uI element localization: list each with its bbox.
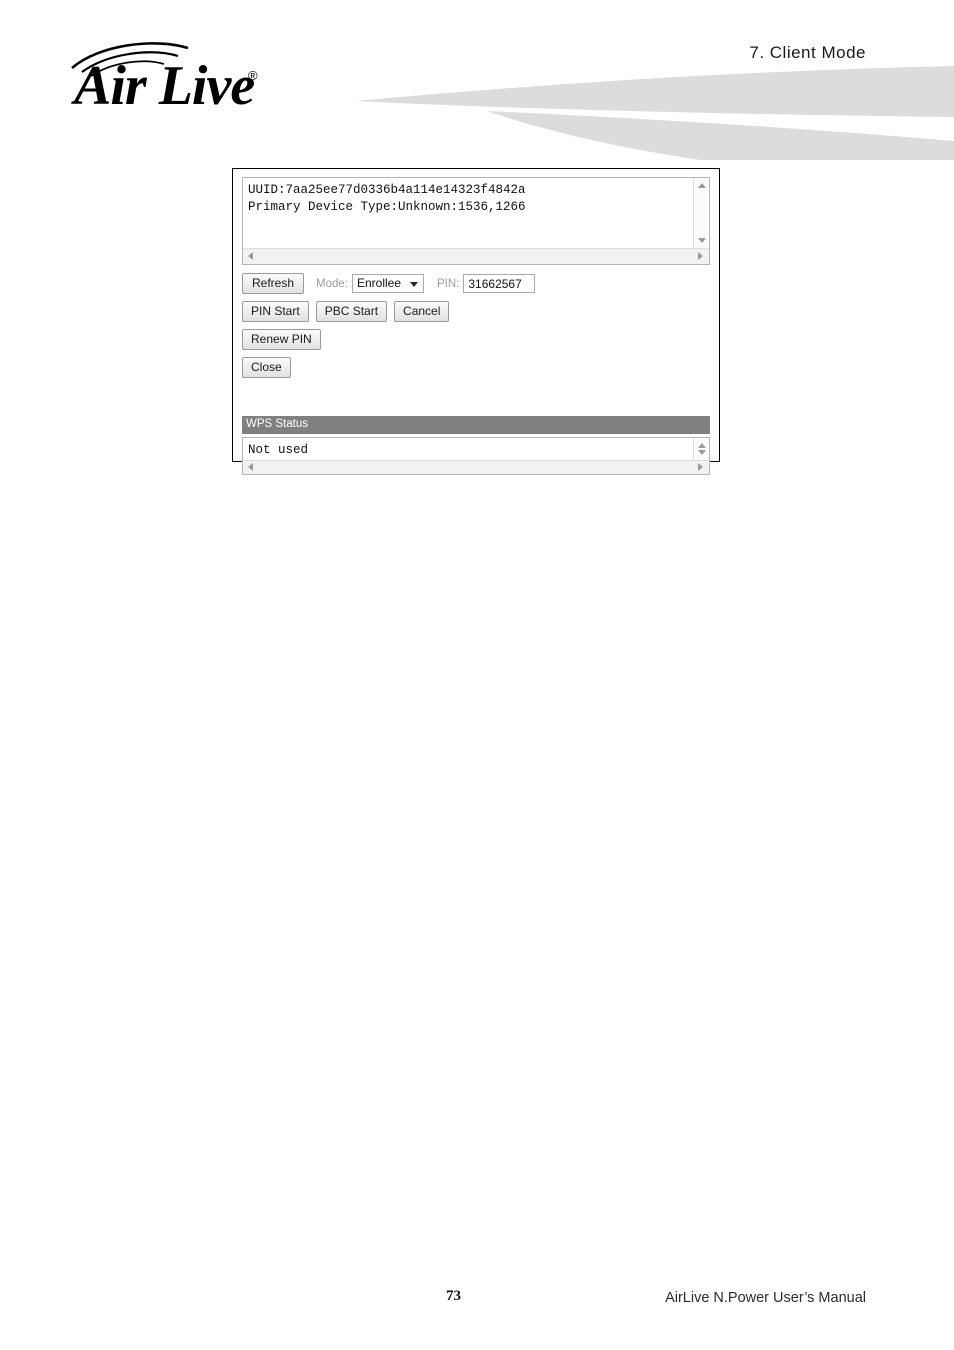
- peer-info-vertical-scrollbar[interactable]: [693, 178, 709, 248]
- dialog-spacer: [242, 378, 710, 416]
- wps-controls-row-1: Refresh Mode: Enrollee PIN:: [242, 273, 710, 294]
- wps-status-textarea[interactable]: Not used: [242, 437, 710, 475]
- refresh-button[interactable]: Refresh: [242, 273, 305, 294]
- svg-text:®: ®: [248, 68, 258, 83]
- scroll-right-icon[interactable]: [698, 252, 703, 260]
- page-number: 73: [446, 1288, 461, 1304]
- renew-pin-button[interactable]: Renew PIN: [242, 329, 321, 350]
- mode-selected-value: Enrollee: [357, 276, 402, 290]
- scroll-left-icon[interactable]: [248, 463, 253, 471]
- scroll-up-icon[interactable]: [698, 443, 706, 448]
- page-header: Air Live ® 7. Client Mode: [0, 0, 954, 160]
- wps-status-text: Not used: [248, 443, 309, 457]
- chapter-title: 7. Client Mode: [749, 43, 866, 62]
- manual-title: AirLive N.Power User’s Manual: [665, 1290, 866, 1306]
- scroll-up-icon[interactable]: [698, 183, 706, 188]
- scroll-down-icon[interactable]: [698, 238, 706, 243]
- chevron-down-icon: [410, 282, 418, 287]
- cancel-button[interactable]: Cancel: [394, 301, 450, 322]
- wps-controls-row-2: PIN Start PBC Start Cancel: [242, 301, 710, 322]
- wps-dialog: UUID:7aa25ee77d0336b4a114e14323f4842a Pr…: [232, 168, 720, 475]
- wps-controls-row-3: Renew PIN: [242, 329, 710, 350]
- wps-controls-row-4: Close: [242, 357, 710, 378]
- pin-start-button[interactable]: PIN Start: [242, 301, 309, 322]
- close-button[interactable]: Close: [242, 357, 291, 378]
- peer-info-horizontal-scrollbar[interactable]: [243, 248, 709, 264]
- pin-input[interactable]: [463, 274, 536, 293]
- scroll-down-icon[interactable]: [698, 450, 706, 455]
- page-footer: 73 AirLive N.Power User’s Manual: [0, 1288, 954, 1312]
- peer-information-text: UUID:7aa25ee77d0336b4a114e14323f4842a Pr…: [248, 183, 526, 214]
- svg-text:Air Live: Air Live: [71, 55, 254, 114]
- status-horizontal-scrollbar[interactable]: [243, 460, 709, 474]
- mode-label: Mode:: [316, 277, 348, 290]
- scroll-left-icon[interactable]: [248, 252, 253, 260]
- wps-status-section-header: WPS Status: [242, 416, 710, 434]
- airlive-logo: Air Live ®: [60, 34, 360, 114]
- scroll-right-icon[interactable]: [698, 463, 703, 471]
- status-vertical-scrollbar[interactable]: [693, 438, 709, 460]
- pbc-start-button[interactable]: PBC Start: [315, 301, 388, 322]
- pin-label: PIN:: [437, 277, 460, 290]
- peer-information-textarea[interactable]: UUID:7aa25ee77d0336b4a114e14323f4842a Pr…: [242, 177, 710, 265]
- airlive-logo-mark: Air Live ®: [71, 42, 258, 114]
- mode-select[interactable]: Enrollee: [352, 274, 424, 293]
